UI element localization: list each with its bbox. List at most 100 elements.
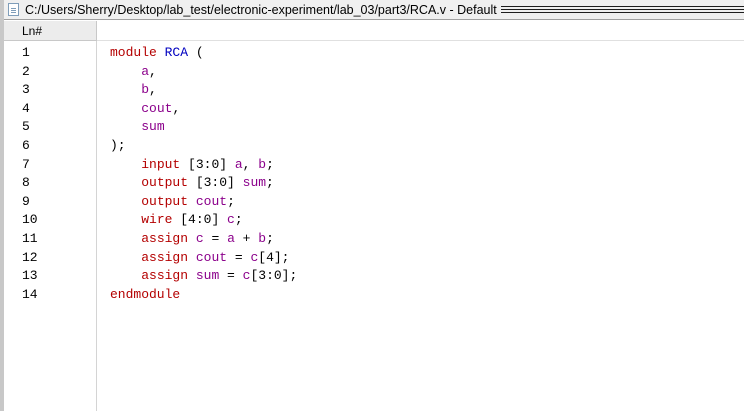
line-number: 3	[22, 82, 30, 98]
window-title: C:/Users/Sherry/Desktop/lab_test/electro…	[25, 2, 497, 17]
line-number: 9	[22, 193, 30, 209]
code-line[interactable]: 14 endmodule	[4, 286, 744, 305]
line-number: 12	[22, 249, 38, 265]
code-token: +	[234, 231, 259, 246]
code-line[interactable]: 8 output [3:0] sum;	[4, 174, 744, 193]
code-token: cout	[141, 100, 173, 116]
code-token: b	[141, 82, 150, 98]
code-token: [3:0]	[180, 156, 235, 172]
code-token: ,	[242, 156, 259, 172]
line-number: 11	[22, 231, 38, 246]
code-line[interactable]: 13 assign sum = c[3:0];	[4, 267, 744, 286]
code-token: ,	[172, 100, 181, 116]
code-token: input	[141, 156, 181, 172]
code-token: assign	[141, 268, 189, 284]
code-token: b	[258, 231, 267, 246]
line-number: 14	[22, 286, 38, 302]
code-token: c	[227, 212, 235, 228]
line-number: 8	[22, 175, 30, 191]
code-text: assign cout = c[4];	[110, 249, 290, 268]
code-line[interactable]: 5 sum	[4, 118, 744, 137]
code-line[interactable]: 10 wire [4:0] c;	[4, 211, 744, 230]
code-line[interactable]: 11 assign c = a + b;	[4, 230, 744, 249]
code-token: endmodule	[110, 286, 181, 302]
code-text: sum	[110, 118, 165, 137]
code-text: cout,	[110, 100, 180, 119]
code-token: assign	[141, 231, 189, 246]
code-line[interactable]: 9 output cout;	[4, 193, 744, 212]
code-token: [4];	[258, 249, 290, 265]
code-token: sum	[141, 119, 165, 135]
code-token: a	[227, 231, 235, 246]
code-line[interactable]: 1 module RCA (	[4, 44, 744, 63]
code-token: wire	[141, 212, 173, 228]
code-text: output [3:0] sum;	[110, 174, 274, 193]
code-line[interactable]: 4 cout,	[4, 100, 744, 119]
code-text: a,	[110, 63, 157, 82]
code-token: output	[141, 175, 189, 191]
line-number: 10	[22, 212, 38, 228]
line-number: 5	[22, 119, 30, 135]
code-editor[interactable]: 1 module RCA (2 a, 3 b, 4 cout, 5 sum 6); 7 in…	[4, 41, 744, 411]
line-number-header: Ln#	[4, 21, 97, 41]
code-token: (	[188, 45, 204, 60]
line-number: 1	[22, 45, 30, 60]
code-token: cout	[195, 193, 228, 209]
code-token: ,	[149, 63, 157, 79]
code-line[interactable]: 6);	[4, 137, 744, 156]
code-text: output cout;	[110, 193, 235, 212]
code-token: =	[203, 231, 228, 246]
editor-header-strip	[97, 21, 744, 41]
line-number: 6	[22, 138, 30, 153]
code-token: [3:0];	[250, 268, 298, 284]
drag-grip[interactable]	[500, 5, 744, 14]
code-token: cout	[195, 249, 228, 265]
code-token: b	[258, 156, 267, 172]
code-token: c	[195, 231, 204, 246]
code-token: assign	[141, 249, 189, 265]
code-token: [4:0]	[172, 212, 228, 228]
code-token: =	[219, 268, 243, 284]
code-text: input [3:0] a, b;	[110, 156, 274, 175]
code-text: assign sum = c[3:0];	[110, 267, 297, 286]
code-token: sum	[195, 268, 220, 284]
line-number: 13	[22, 268, 38, 284]
code-line[interactable]: 12 assign cout = c[4];	[4, 249, 744, 268]
code-token: =	[227, 249, 251, 265]
code-token: RCA	[164, 45, 189, 60]
code-token: sum	[242, 175, 267, 191]
code-token: module	[110, 45, 157, 60]
code-token: ;	[266, 156, 274, 172]
line-number: 2	[22, 63, 30, 79]
code-text: );	[110, 137, 126, 156]
code-text: wire [4:0] c;	[110, 211, 243, 230]
code-token: ;	[266, 231, 274, 246]
code-line[interactable]: 3 b,	[4, 81, 744, 100]
code-line[interactable]: 7 input [3:0] a, b;	[4, 156, 744, 175]
code-text: module RCA (	[110, 44, 204, 63]
code-token: a	[234, 156, 243, 172]
source-editor-window: C:/Users/Sherry/Desktop/lab_test/electro…	[0, 0, 744, 411]
code-line[interactable]: 2 a,	[4, 63, 744, 82]
code-token: [3:0]	[188, 175, 243, 191]
code-token: ,	[149, 82, 157, 98]
code-token: a	[141, 63, 150, 79]
code-token: );	[110, 138, 126, 153]
title-bar[interactable]: C:/Users/Sherry/Desktop/lab_test/electro…	[4, 0, 744, 20]
code-text: endmodule	[110, 286, 180, 305]
code-token: ;	[234, 212, 243, 228]
